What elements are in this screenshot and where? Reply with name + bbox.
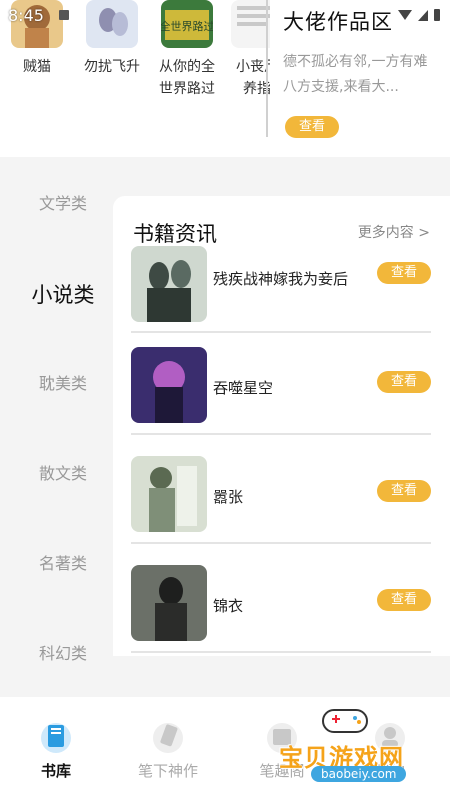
news-title: 嚣张 [213,488,244,506]
nav-label: 书库 [40,762,71,780]
book-title-line: 小丧尸 [236,59,270,75]
watermark-logo: 宝贝游戏网 baobeiy.com [275,700,445,800]
news-thumbnail [131,246,207,322]
category-item-novel[interactable]: 小说类 [0,279,126,309]
row-divider [131,331,431,333]
nav-item-masterpiece[interactable]: 笔下神作 [118,697,218,781]
notification-icon [59,10,69,20]
book-title-line: 世界路过 [159,81,215,97]
row-divider [131,651,431,653]
view-button[interactable]: 查看 [377,480,431,502]
view-button[interactable]: 查看 [377,262,431,284]
status-bar: 8:45 [0,0,450,30]
news-row[interactable]: 吞噬星空 查看 [131,345,433,453]
news-row[interactable]: 嚣张 查看 [131,454,433,562]
row-divider [131,542,431,544]
news-row[interactable]: 锦衣 查看 [131,563,433,656]
news-title: 锦衣 [213,597,244,615]
news-thumbnail-image [131,565,207,641]
news-thumbnail-image [131,456,207,532]
category-list: 文学类 小说类 耽美类 散文类 名著类 科幻类 [0,157,126,697]
news-thumbnail-image [131,246,207,322]
book-title: 从你的全 世界路过 [155,56,219,100]
status-time: 8:45 [8,6,44,25]
news-thumbnail [131,565,207,641]
book-title: 小丧尸 养指 [225,56,270,100]
category-item-prose[interactable]: 散文类 [0,460,126,484]
book-title: 贼猫 [23,59,51,75]
battery-icon [434,9,440,21]
category-item-classics[interactable]: 名著类 [0,550,126,574]
promo-view-button[interactable]: 查看 [285,116,339,138]
promo-description: 德不孤必有邻,一方有难八方支援,来看大... [283,54,428,95]
wifi-icon [398,10,412,20]
news-title: 残疾战神嫁我为妾后 [213,270,349,288]
news-thumbnail-image [131,347,207,423]
news-title: 吞噬星空 [213,379,274,397]
gamepad-icon [322,709,368,733]
nav-item-library[interactable]: 书库 [6,697,106,781]
news-row[interactable]: 残疾战神嫁我为妾后 查看 [131,236,433,344]
row-divider [131,433,431,435]
category-item-danmei[interactable]: 耽美类 [0,370,126,394]
book-news-card: 书籍资讯 更多内容 > 残疾战神嫁我为妾后 查看 吞噬星空 查看 嚣张 查看 锦… [113,196,450,656]
book-icon [39,719,73,753]
nav-label: 笔下神作 [137,762,198,780]
view-button[interactable]: 查看 [377,589,431,611]
book-title-line: 从你的全 [159,59,215,75]
news-thumbnail [131,456,207,532]
pen-icon [151,719,185,753]
status-icons [398,8,440,22]
news-thumbnail [131,347,207,423]
category-item-scifi[interactable]: 科幻类 [0,640,126,664]
category-item-literature[interactable]: 文学类 [0,190,126,214]
watermark-url: baobeiy.com [311,766,407,782]
view-button[interactable]: 查看 [377,371,431,393]
signal-icon [418,9,428,21]
book-title: 勿扰飞升 [84,59,140,75]
